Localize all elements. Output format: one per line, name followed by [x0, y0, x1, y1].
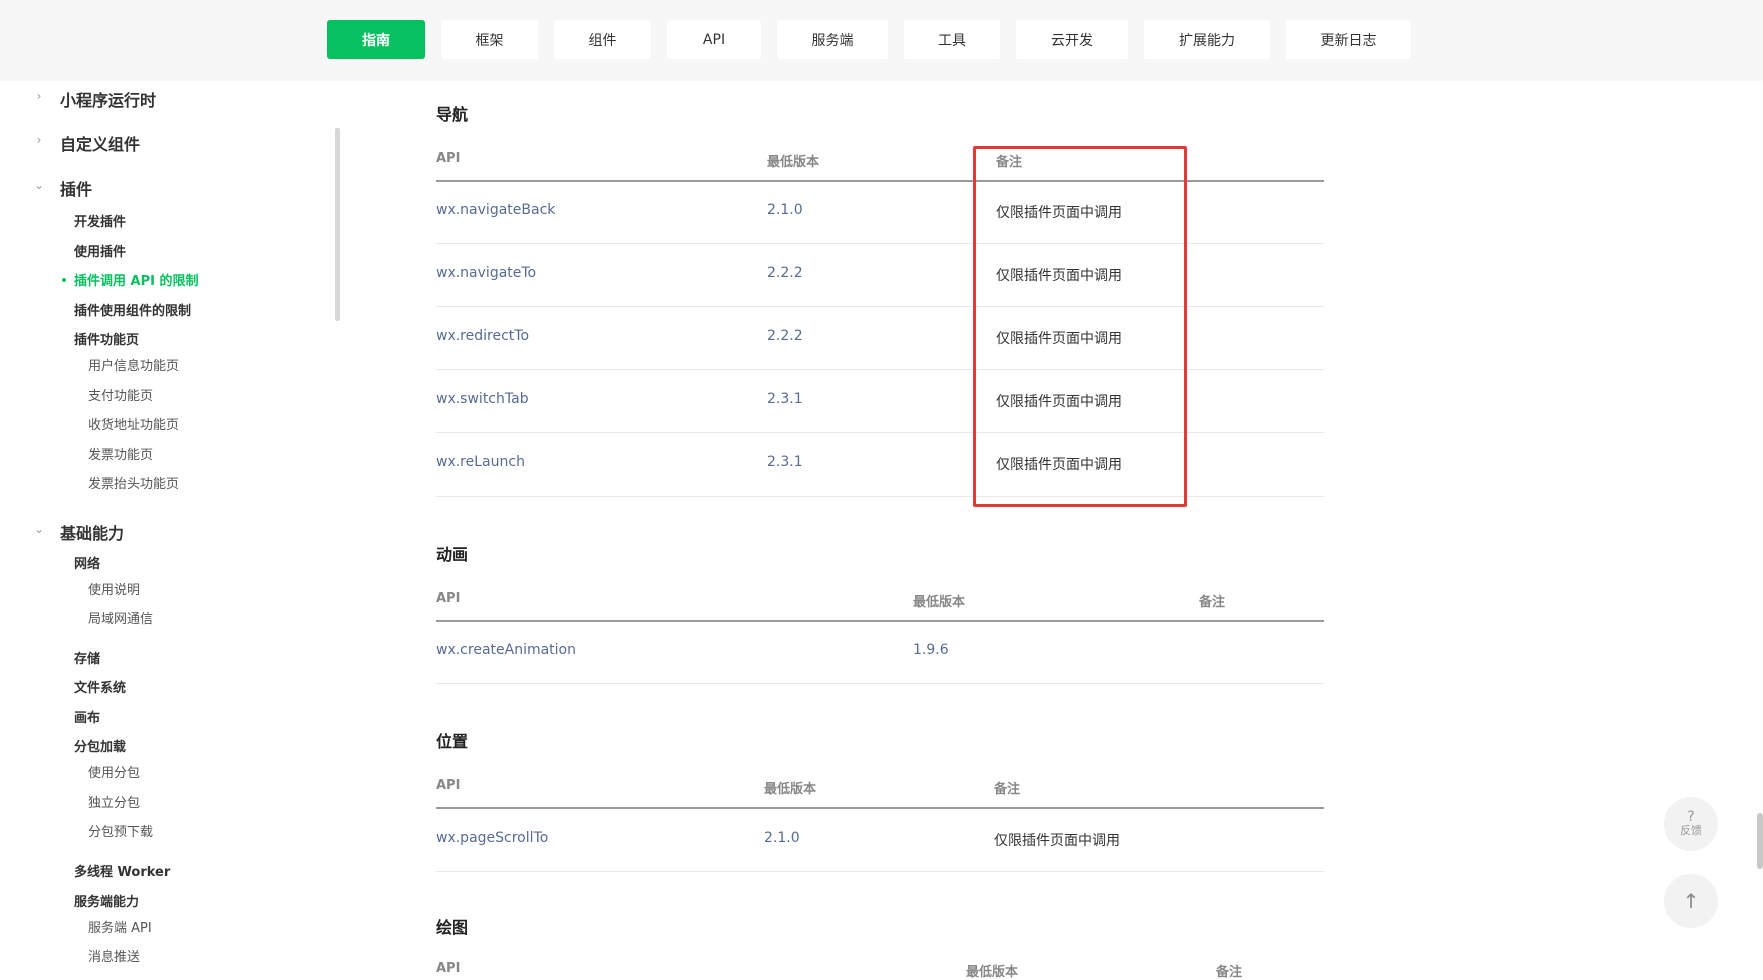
sidebar-item-plugin-component-limit[interactable]: 插件使用组件的限制	[74, 300, 191, 319]
question-icon: ?	[1687, 809, 1695, 825]
table-header-api: API	[436, 961, 461, 976]
sidebar-item-invoice-page[interactable]: 发票功能页	[88, 444, 153, 463]
section-title-drawing: 绘图	[436, 918, 469, 937]
sidebar-item-worker[interactable]: 多线程 Worker	[74, 861, 170, 880]
table-header-note: 备注	[1216, 965, 1243, 980]
sidebar-item-independent-subpackage[interactable]: 独立分包	[88, 792, 140, 811]
table-header-api: API	[436, 778, 461, 793]
table-row-divider	[436, 496, 1324, 497]
table-row-divider	[436, 871, 1324, 872]
section-title-animation: 动画	[436, 545, 469, 564]
sidebar-item-plugin-api-limit[interactable]: 插件调用 API 的限制	[74, 270, 198, 289]
sidebar-item-plugin-dev[interactable]: 开发插件	[74, 211, 126, 230]
sidebar-item-canvas[interactable]: 画布	[74, 707, 100, 726]
table-header-api: API	[436, 591, 461, 606]
sidebar-scrollbar[interactable]	[335, 128, 340, 321]
api-link-page-scroll-to[interactable]: wx.pageScrollTo	[436, 830, 548, 846]
sidebar-item-server[interactable]: 服务端能力	[74, 891, 139, 910]
nav-tab-cloud[interactable]: 云开发	[1016, 20, 1128, 59]
table-cell-version: 2.2.2	[767, 265, 803, 281]
sidebar-item-network[interactable]: 网络	[74, 553, 100, 572]
nav-tab-framework[interactable]: 框架	[441, 20, 538, 59]
table-header-version: 最低版本	[966, 965, 1019, 980]
table-row-divider	[436, 243, 1324, 244]
active-dot-icon	[62, 278, 66, 282]
table-row-divider	[436, 306, 1324, 307]
table-header-version: 最低版本	[767, 155, 820, 170]
chevron-right-icon[interactable]: ›	[32, 89, 46, 103]
table-cell-version: 2.1.0	[764, 830, 800, 846]
table-cell-version: 2.3.1	[767, 454, 803, 470]
feedback-button[interactable]: ? 反馈	[1664, 797, 1718, 851]
sidebar-item-message-push[interactable]: 消息推送	[88, 946, 140, 965]
top-nav: 指南 框架 组件 API 服务端 工具 云开发 扩展能力 更新日志	[0, 0, 1763, 81]
sidebar-item-custom-component[interactable]: 自定义组件	[60, 131, 140, 155]
sidebar-item-subpackage[interactable]: 分包加载	[74, 736, 126, 755]
chevron-down-icon[interactable]: ⌄	[32, 178, 46, 192]
sidebar-item-payment-page[interactable]: 支付功能页	[88, 385, 153, 404]
chevron-down-icon[interactable]: ⌄	[32, 522, 46, 536]
highlight-box	[973, 146, 1187, 507]
sidebar-item-use-subpackage[interactable]: 使用分包	[88, 762, 140, 781]
sidebar-item-basic[interactable]: 基础能力	[60, 520, 124, 544]
sidebar-item-user-info-page[interactable]: 用户信息功能页	[88, 355, 179, 374]
chevron-right-icon[interactable]: ›	[32, 133, 46, 147]
table-header-divider	[436, 807, 1324, 809]
sidebar-item-runtime[interactable]: 小程序运行时	[60, 87, 156, 111]
page-scrollbar[interactable]	[1757, 813, 1763, 869]
sidebar-item-usage[interactable]: 使用说明	[88, 579, 140, 598]
nav-tab-changelog[interactable]: 更新日志	[1286, 20, 1411, 59]
nav-tab-tools[interactable]: 工具	[904, 20, 1000, 59]
back-to-top-button[interactable]: ↑	[1664, 874, 1718, 928]
nav-tab-api[interactable]: API	[667, 20, 761, 59]
sidebar-item-plugin-pages[interactable]: 插件功能页	[74, 329, 139, 348]
table-row-divider	[436, 683, 1324, 684]
table-cell-version: 2.1.0	[767, 202, 803, 218]
table-cell-note: 仅限插件页面中调用	[994, 833, 1120, 849]
api-link-relaunch[interactable]: wx.reLaunch	[436, 454, 525, 470]
table-cell-version: 1.9.6	[913, 642, 949, 658]
api-link-navigate-to[interactable]: wx.navigateTo	[436, 265, 536, 281]
table-header-version: 最低版本	[764, 782, 817, 797]
api-link-redirect-to[interactable]: wx.redirectTo	[436, 328, 529, 344]
section-title-navigation: 导航	[436, 105, 469, 124]
sidebar-item-address-page[interactable]: 收货地址功能页	[88, 414, 179, 433]
sidebar-item-server-api[interactable]: 服务端 API	[88, 917, 152, 936]
table-cell-version: 2.3.1	[767, 391, 803, 407]
table-header-divider	[436, 620, 1324, 622]
table-header-note: 备注	[1199, 595, 1226, 610]
sidebar-item-filesystem[interactable]: 文件系统	[74, 677, 126, 696]
nav-tab-server[interactable]: 服务端	[777, 20, 888, 59]
table-header-divider	[436, 180, 1324, 182]
sidebar	[0, 81, 336, 977]
table-row-divider	[436, 432, 1324, 433]
sidebar-item-invoice-title-page[interactable]: 发票抬头功能页	[88, 473, 179, 492]
api-link-navigate-back[interactable]: wx.navigateBack	[436, 202, 555, 218]
table-header-api: API	[436, 151, 461, 166]
table-cell-version: 2.2.2	[767, 328, 803, 344]
feedback-label: 反馈	[1680, 824, 1702, 837]
api-link-switch-tab[interactable]: wx.switchTab	[436, 391, 529, 407]
api-link-create-animation[interactable]: wx.createAnimation	[436, 642, 576, 658]
section-title-position: 位置	[436, 732, 469, 751]
table-row-divider	[436, 369, 1324, 370]
nav-tab-guide[interactable]: 指南	[327, 20, 425, 59]
nav-tab-extensions[interactable]: 扩展能力	[1144, 20, 1270, 59]
arrow-up-icon: ↑	[1682, 889, 1700, 913]
sidebar-item-subpackage-preload[interactable]: 分包预下载	[88, 821, 153, 840]
table-header-version: 最低版本	[913, 595, 966, 610]
sidebar-item-plugin-use[interactable]: 使用插件	[74, 241, 126, 260]
sidebar-item-lan[interactable]: 局域网通信	[88, 608, 153, 627]
sidebar-item-plugin[interactable]: 插件	[60, 176, 92, 200]
nav-tab-components[interactable]: 组件	[554, 20, 651, 59]
table-header-note: 备注	[994, 782, 1021, 797]
sidebar-item-storage[interactable]: 存储	[74, 648, 100, 667]
